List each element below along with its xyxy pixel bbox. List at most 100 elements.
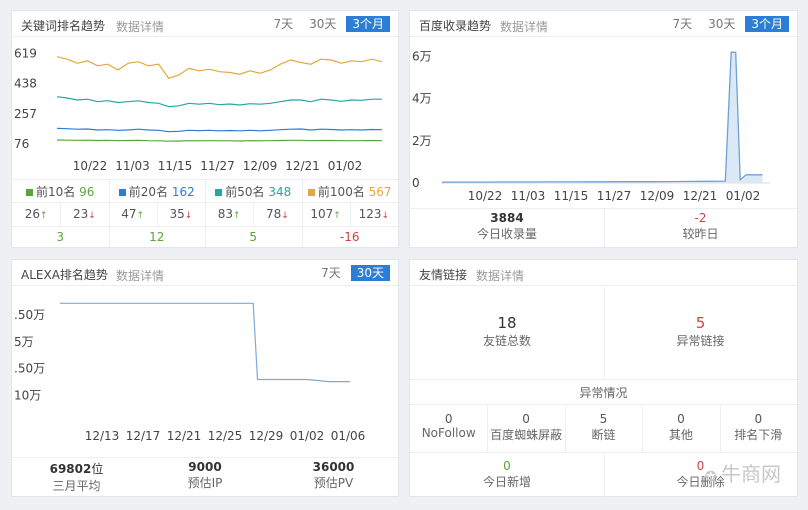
abnormal-value: 5 bbox=[599, 412, 608, 426]
baidu-detail-link[interactable]: 数据详情 bbox=[500, 18, 548, 35]
abnormal-label: NoFollow bbox=[421, 426, 476, 440]
keyword-panel-header: 关键词排名趋势 数据详情 7天 30天 3个月 bbox=[12, 11, 398, 37]
abnormal-breakdown-row: 0 NoFollow 0 百度蜘蛛屏蔽 5 断链 0 其他 0 排名下滑 bbox=[410, 404, 797, 452]
rank-change-cell: 26↑ bbox=[12, 207, 60, 221]
legend-checkbox-icon[interactable] bbox=[118, 189, 126, 196]
alexa-ip-stat: 9000 预估IP bbox=[187, 460, 223, 490]
arrow-down-icon: ↓ bbox=[281, 211, 289, 221]
x-tick-label: 11/27 bbox=[597, 189, 632, 203]
tab-30d[interactable]: 30天 bbox=[350, 265, 390, 281]
abnormal-item: 0 其他 bbox=[642, 412, 719, 443]
rank-change-value: 123 bbox=[358, 207, 382, 221]
arrow-down-icon: ↓ bbox=[381, 211, 390, 221]
keyword-panel-title: 关键词排名趋势 bbox=[21, 19, 106, 33]
links-panel-title: 友情链接 bbox=[419, 268, 468, 282]
y-tick-label: 438 bbox=[14, 77, 37, 91]
links-panel-header: 友情链接 数据详情 bbox=[410, 260, 797, 286]
abnormal-value: 0 bbox=[522, 412, 530, 426]
x-tick-label: 01/02 bbox=[328, 159, 363, 173]
abnormal-item: 0 百度蜘蛛屏蔽 bbox=[487, 412, 564, 443]
net-change-value: 12 bbox=[149, 230, 165, 244]
links-new-today-stat: 0 今日新增 bbox=[482, 459, 531, 489]
baidu-panel-title: 百度收录趋势 bbox=[419, 19, 492, 33]
tab-7d[interactable]: 7天 bbox=[267, 16, 299, 32]
abnormal-item: 5 断链 bbox=[565, 412, 642, 443]
rank-change-value: 107 bbox=[310, 207, 334, 221]
tab-3m[interactable]: 3个月 bbox=[745, 16, 789, 32]
x-tick-label: 11/15 bbox=[554, 189, 589, 203]
tab-30d[interactable]: 30天 bbox=[303, 16, 342, 32]
legend-item[interactable]: 前100名 567 bbox=[302, 183, 399, 200]
legend-label: 前50名 bbox=[225, 185, 265, 199]
legend-checkbox-icon[interactable] bbox=[26, 189, 34, 196]
y-tick-label: 5万 bbox=[14, 335, 34, 349]
legend-item[interactable]: 前50名 348 bbox=[205, 183, 302, 200]
abnormal-value: 0 bbox=[444, 412, 453, 426]
abnormal-value: 0 bbox=[754, 412, 763, 426]
legend-value: 567 bbox=[368, 185, 392, 199]
y-tick-label: 2万 bbox=[412, 134, 432, 148]
keyword-detail-link[interactable]: 数据详情 bbox=[116, 18, 164, 35]
y-tick-label: 619 bbox=[14, 47, 37, 61]
arrow-down-icon: ↓ bbox=[88, 211, 96, 221]
tab-3m[interactable]: 3个月 bbox=[346, 16, 390, 32]
y-tick-label: 257 bbox=[14, 107, 37, 121]
rank-change-cell: 107↑ bbox=[302, 207, 350, 221]
legend-value: 162 bbox=[171, 185, 195, 199]
y-tick-label: 0 bbox=[412, 176, 420, 190]
keyword-ranking-panel: 关键词排名趋势 数据详情 7天 30天 3个月 76 257 438 619 10/22… bbox=[11, 10, 399, 248]
series-line bbox=[56, 127, 383, 133]
x-tick-label: 12/25 bbox=[208, 429, 243, 443]
keyword-range-tabs: 7天 30天 3个月 bbox=[267, 16, 390, 32]
legend-checkbox-icon[interactable] bbox=[307, 189, 315, 196]
rank-change-value: 35 bbox=[169, 207, 185, 221]
legend-checkbox-icon[interactable] bbox=[215, 189, 223, 196]
legend-label: 前100名 bbox=[317, 185, 365, 199]
keyword-legend-row: 前10名 96 前20名 162 前50名 348 前100名 567 bbox=[12, 179, 398, 202]
abnormal-section-title: 异常情况 bbox=[579, 386, 628, 400]
tab-30d[interactable]: 30天 bbox=[702, 16, 741, 32]
area-fill bbox=[442, 52, 763, 183]
legend-item[interactable]: 前20名 162 bbox=[109, 183, 206, 200]
keyword-net-row: 3 12 5 -16 bbox=[12, 226, 398, 248]
abnormal-item: 0 NoFollow bbox=[410, 412, 487, 440]
series-line bbox=[56, 56, 383, 80]
x-tick-label: 12/21 bbox=[167, 429, 202, 443]
y-tick-label: 10万 bbox=[14, 389, 41, 403]
rank-change-value: 83 bbox=[217, 207, 233, 221]
net-change-value: 5 bbox=[249, 230, 258, 244]
links-total-stat: 18 友链总数 bbox=[482, 314, 531, 348]
series-line bbox=[60, 302, 350, 383]
today-indexed-stat: 3884 今日收录量 bbox=[476, 211, 537, 241]
x-tick-label: 01/02 bbox=[290, 429, 325, 443]
legend-label: 前20名 bbox=[128, 185, 169, 199]
vs-yesterday-stat: -2 较昨日 bbox=[682, 211, 719, 241]
x-tick-label: 12/09 bbox=[243, 159, 278, 173]
links-abnormal-stat: 5 异常链接 bbox=[676, 314, 725, 348]
legend-value: 348 bbox=[268, 185, 292, 199]
alexa-ranking-panel: ALEXA排名趋势 数据详情 7天 30天 10万 .50万 5万 .50万 12/13… bbox=[11, 259, 399, 497]
abnormal-item: 0 排名下滑 bbox=[720, 412, 797, 443]
y-tick-label: 6万 bbox=[412, 50, 432, 64]
alexa-panel-title: ALEXA排名趋势 bbox=[21, 268, 108, 282]
alexa-range-tabs: 7天 30天 bbox=[315, 265, 390, 281]
legend-item[interactable]: 前10名 96 bbox=[12, 183, 109, 200]
x-tick-label: 12/29 bbox=[249, 429, 284, 443]
rank-change-cell: 47↑ bbox=[109, 207, 157, 221]
x-tick-label: 11/03 bbox=[511, 189, 546, 203]
x-tick-label: 10/22 bbox=[468, 189, 503, 203]
x-tick-label: 11/27 bbox=[200, 159, 235, 173]
tab-7d[interactable]: 7天 bbox=[666, 16, 698, 32]
tab-7d[interactable]: 7天 bbox=[315, 265, 347, 281]
x-tick-label: 12/13 bbox=[85, 429, 120, 443]
y-tick-label: .50万 bbox=[14, 362, 45, 376]
links-detail-link[interactable]: 数据详情 bbox=[476, 267, 524, 284]
abnormal-label: 排名下滑 bbox=[734, 428, 783, 442]
y-tick-label: .50万 bbox=[14, 308, 45, 322]
baidu-range-tabs: 7天 30天 3个月 bbox=[666, 16, 789, 32]
legend-label: 前10名 bbox=[36, 185, 76, 199]
alexa-detail-link[interactable]: 数据详情 bbox=[116, 267, 164, 284]
y-tick-label: 4万 bbox=[412, 92, 432, 106]
keyword-changes-row: 26↑ 23↓ 47↑ 35↓ 83↑ 78↓ 107↑ 123↓ bbox=[12, 202, 398, 226]
rank-change-value: 78 bbox=[265, 207, 282, 221]
